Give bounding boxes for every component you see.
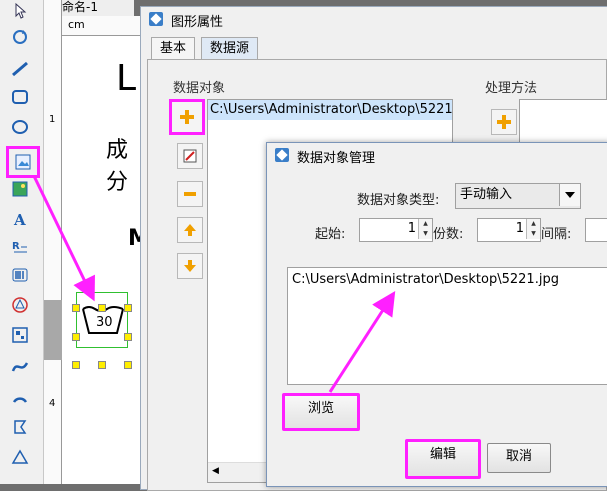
arrow-to-image [32, 175, 95, 302]
arrow-to-path [328, 290, 396, 393]
annotation-arrows [32, 175, 396, 393]
